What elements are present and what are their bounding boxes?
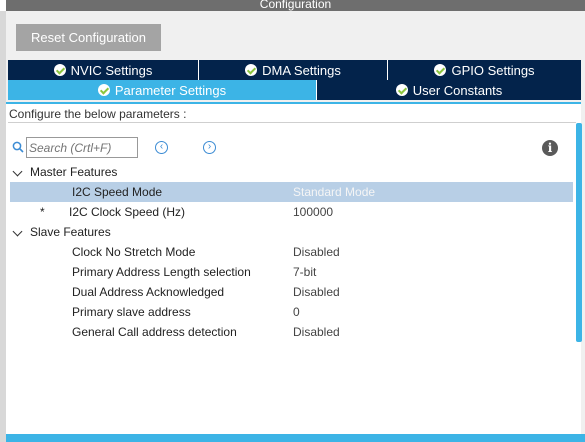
- check-circle-icon: [53, 64, 66, 76]
- search-next-icon[interactable]: ›: [203, 141, 216, 154]
- vertical-scrollbar[interactable]: [576, 123, 582, 342]
- reset-configuration-button[interactable]: Reset Configuration: [16, 24, 161, 51]
- param-row-primary-address-length[interactable]: Primary Address Length selection 7-bit: [10, 262, 573, 282]
- tab-dma-settings[interactable]: DMA Settings: [199, 60, 388, 80]
- tab-label: DMA Settings: [262, 62, 341, 78]
- tab-nvic-settings[interactable]: NVIC Settings: [8, 60, 199, 80]
- param-value[interactable]: 7-bit: [293, 262, 316, 282]
- param-row-dual-address[interactable]: Dual Address Acknowledged Disabled: [10, 282, 573, 302]
- tab-label: Parameter Settings: [114, 82, 227, 98]
- param-value[interactable]: Disabled: [293, 322, 340, 342]
- group-label: Master Features: [30, 165, 118, 179]
- param-row-i2c-speed-mode[interactable]: I2C Speed Mode Standard Mode: [10, 182, 573, 202]
- tab-row-2: Parameter Settings User Constants: [8, 80, 581, 100]
- info-icon[interactable]: i: [542, 140, 558, 156]
- param-name: General Call address detection: [72, 325, 237, 339]
- param-value[interactable]: 0: [293, 302, 300, 322]
- check-circle-icon: [395, 84, 408, 96]
- param-row-i2c-clock-speed[interactable]: * I2C Clock Speed (Hz) 100000: [10, 202, 573, 222]
- check-circle-icon: [245, 64, 258, 76]
- param-value[interactable]: Disabled: [293, 242, 340, 262]
- param-row-clock-no-stretch[interactable]: Clock No Stretch Mode Disabled: [10, 242, 573, 262]
- tab-gpio-settings[interactable]: GPIO Settings: [388, 60, 581, 80]
- search-input[interactable]: [26, 137, 138, 158]
- group-master-features[interactable]: Master Features: [10, 162, 573, 182]
- tab-label: User Constants: [412, 82, 503, 98]
- search-icon[interactable]: [12, 141, 24, 153]
- bottom-accent-bar: [6, 434, 585, 442]
- param-name: I2C Speed Mode: [72, 185, 163, 199]
- param-name: I2C Clock Speed (Hz): [69, 205, 186, 219]
- tab-label: NVIC Settings: [70, 62, 153, 78]
- modified-marker: *: [40, 205, 45, 219]
- param-name: Clock No Stretch Mode: [72, 245, 196, 259]
- search-previous-icon[interactable]: ‹: [155, 141, 168, 154]
- window-title: Configuration: [6, 0, 585, 11]
- tab-parameter-settings[interactable]: Parameter Settings: [8, 80, 317, 100]
- configure-description: Configure the below parameters :: [8, 106, 576, 123]
- param-value[interactable]: Standard Mode: [293, 182, 375, 202]
- param-name: Primary Address Length selection: [72, 265, 251, 279]
- tab-row-1: NVIC Settings DMA Settings GPIO Settings: [8, 60, 581, 80]
- group-slave-features[interactable]: Slave Features: [10, 222, 573, 242]
- param-value[interactable]: Disabled: [293, 282, 340, 302]
- check-circle-icon: [434, 64, 447, 76]
- chevron-down-icon: [12, 166, 23, 177]
- param-value[interactable]: 100000: [293, 202, 333, 222]
- param-row-general-call[interactable]: General Call address detection Disabled: [10, 322, 573, 342]
- param-row-primary-slave-address[interactable]: Primary slave address 0: [10, 302, 573, 322]
- chevron-down-icon: [12, 226, 23, 237]
- tab-user-constants[interactable]: User Constants: [317, 80, 581, 100]
- tab-label: GPIO Settings: [451, 62, 535, 78]
- param-name: Primary slave address: [72, 305, 191, 319]
- check-circle-icon: [97, 84, 110, 96]
- param-name: Dual Address Acknowledged: [72, 285, 225, 299]
- group-label: Slave Features: [30, 225, 111, 239]
